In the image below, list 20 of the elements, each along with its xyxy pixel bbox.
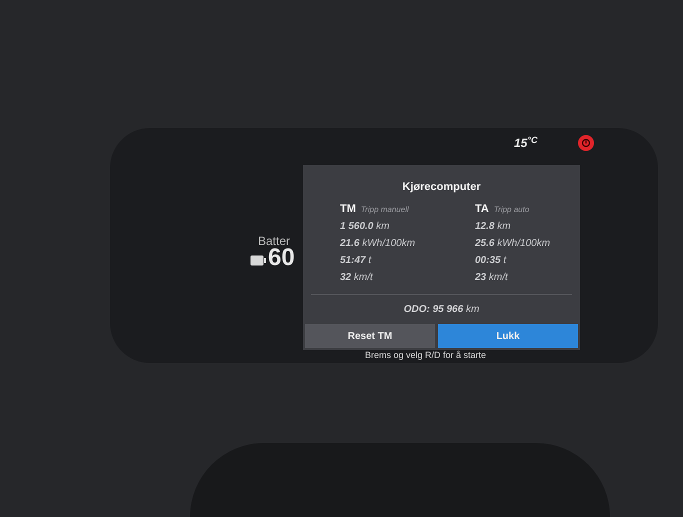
start-hint: Brems og velg R/D for å starte [365, 349, 486, 362]
odometer-reading: ODO: 95 966 km [402, 303, 480, 317]
trip-value: 1 560.0 km [340, 220, 390, 234]
trip-code: TM [340, 202, 356, 216]
trip-value: 51:47 t [340, 254, 372, 268]
trip-value: 21.6 kWh/100km [340, 237, 416, 251]
trip-value: 00:35 t [475, 254, 508, 268]
dialog-title: Kjørecomputer [401, 180, 482, 195]
trip-value: 12.8 km [475, 220, 512, 234]
battery-label: Batter [258, 233, 290, 248]
temperature: 15$^{°C}$ [514, 134, 538, 152]
trip-value: 23 km/t [475, 271, 509, 285]
dialog-button[interactable]: Lukk [438, 324, 578, 348]
trip-name: Tripp auto [494, 204, 530, 216]
battery-value: 60 [268, 246, 295, 270]
dialog-button[interactable]: Reset TM [305, 324, 435, 348]
trip-code: TA [475, 202, 489, 216]
trip-value: 32 km/t [340, 271, 374, 285]
trip-value: 25.6 kWh/100km [475, 237, 552, 251]
trip-name: Tripp manuell [360, 204, 409, 216]
